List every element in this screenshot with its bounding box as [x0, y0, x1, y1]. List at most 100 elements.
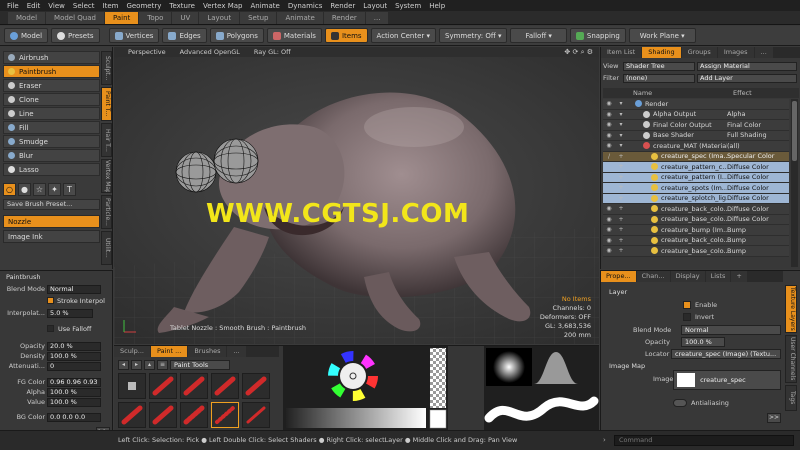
- snapping-button[interactable]: Snapping: [569, 28, 626, 43]
- add-layer-button[interactable]: Add Layer: [697, 73, 797, 83]
- side-tab-vertex-map[interactable]: Vertex Map...: [101, 159, 112, 193]
- expand-toggle-icon[interactable]: +: [615, 174, 627, 181]
- shader-tree-row[interactable]: ◉ + creature_base_colo... Bump: [603, 246, 789, 257]
- nozzle-button[interactable]: Nozzle: [3, 215, 100, 228]
- up-folder-icon[interactable]: ▴: [144, 359, 155, 370]
- brush-preset-thumb[interactable]: [118, 373, 146, 399]
- vertices-button[interactable]: Vertices: [108, 28, 160, 43]
- shader-tree-row[interactable]: ◉ + creature_bump (Im... Bump: [603, 225, 789, 236]
- visibility-eye-icon[interactable]: ◉: [603, 142, 615, 149]
- expand-toggle-icon[interactable]: +: [615, 205, 627, 212]
- model-button[interactable]: Model: [4, 28, 49, 43]
- use-falloff-checkbox[interactable]: [47, 325, 54, 332]
- menu-system[interactable]: System: [391, 2, 425, 10]
- expand-toggle-icon[interactable]: +: [615, 153, 627, 160]
- side-tab-utilit[interactable]: Utilit...: [101, 231, 112, 265]
- stroke-interp-checkbox[interactable]: [47, 297, 54, 304]
- interpolation-field[interactable]: 5.0 %: [47, 309, 93, 318]
- menu-select[interactable]: Select: [69, 2, 99, 10]
- layout-tab-animate[interactable]: Animate: [277, 12, 323, 24]
- brush-preset-thumb-selected[interactable]: [211, 402, 239, 428]
- layout-tab-setup[interactable]: Setup: [240, 12, 277, 24]
- bottom-tab-sculp[interactable]: Sculp...: [114, 346, 150, 357]
- paint-tools-select[interactable]: Paint Tools: [170, 359, 230, 370]
- properties-tab-prope[interactable]: Prope...: [601, 271, 636, 282]
- props-side-tab-tags[interactable]: Tags: [785, 385, 797, 411]
- shader-tree-scrollbar[interactable]: [791, 99, 798, 267]
- back-icon[interactable]: ◂: [118, 359, 129, 370]
- menu-edit[interactable]: Edit: [23, 2, 45, 10]
- right-tab-shading[interactable]: Shading: [642, 47, 681, 58]
- shader-tree-row[interactable]: ◉ + creature_back_colo... Diffuse Color: [603, 204, 789, 215]
- forward-icon[interactable]: ▸: [131, 359, 142, 370]
- brush-preset-thumb[interactable]: [180, 402, 208, 428]
- command-input[interactable]: Command: [614, 435, 794, 446]
- shader-tree-row[interactable]: + creature_pattern (I... Diffuse Color: [603, 172, 789, 183]
- viewport-nav-icons[interactable]: ✥ ⟳ ⌕ ⚙: [564, 48, 593, 57]
- tool-lasso[interactable]: Lasso: [3, 163, 100, 176]
- view-select[interactable]: Shader Tree: [623, 61, 695, 71]
- items-button[interactable]: Items: [324, 28, 368, 43]
- menu-help[interactable]: Help: [425, 2, 449, 10]
- brush-preset-thumb[interactable]: [149, 402, 177, 428]
- visibility-eye-icon[interactable]: ◉: [603, 237, 615, 244]
- menu-texture[interactable]: Texture: [165, 2, 199, 10]
- brush-preset-thumb[interactable]: [211, 373, 239, 399]
- shader-tree-row[interactable]: ◉ ▾ Final Color Output Final Color: [603, 120, 789, 131]
- visibility-eye-icon[interactable]: /: [603, 153, 615, 160]
- star-brush-icon[interactable]: ☆: [33, 183, 46, 196]
- layer-opacity-field[interactable]: 100.0 %: [681, 337, 725, 347]
- alpha-field[interactable]: 100.0 %: [47, 388, 101, 397]
- 3d-viewport[interactable]: Perspective Advanced OpenGL Ray GL: Off …: [114, 47, 599, 344]
- expand-toggle-icon[interactable]: +: [615, 216, 627, 223]
- menu-animate[interactable]: Animate: [246, 2, 283, 10]
- blend-mode-select[interactable]: Normal: [47, 285, 101, 294]
- properties-tab-chan[interactable]: Chan...: [636, 271, 670, 282]
- visibility-eye-icon[interactable]: ◉: [603, 100, 615, 107]
- hard-brush-icon[interactable]: ●: [18, 183, 31, 196]
- shader-tree-row[interactable]: / + creature_spec (Ima... Specular Color: [603, 151, 789, 162]
- layout-tab-render[interactable]: Render: [323, 12, 365, 24]
- opacity-field[interactable]: 20.0 %: [47, 342, 101, 351]
- menu-vertex-map[interactable]: Vertex Map: [199, 2, 247, 10]
- work-plane-dropdown[interactable]: Work Plane ▾: [628, 28, 696, 43]
- brush-preset-thumb[interactable]: [242, 373, 270, 399]
- splat-brush-icon[interactable]: ✦: [48, 183, 61, 196]
- brush-preset-thumb[interactable]: [118, 402, 146, 428]
- side-tab-particle[interactable]: Particle...: [101, 195, 112, 229]
- tool-blur[interactable]: Blur: [3, 149, 100, 162]
- brush-preset-thumb[interactable]: [180, 373, 208, 399]
- properties-tab-display[interactable]: Display: [670, 271, 705, 282]
- shader-tree-row[interactable]: ◉ ▾ Base Shader Full Shading: [603, 130, 789, 141]
- shader-tree-row[interactable]: + creature_splotch_lig... Diffuse Color: [603, 193, 789, 204]
- visibility-eye-icon[interactable]: ◉: [603, 121, 615, 128]
- expand-toggle-icon[interactable]: ▾: [615, 132, 627, 139]
- list-view-icon[interactable]: ≡: [157, 359, 168, 370]
- symmetry-dropdown[interactable]: Symmetry: Off ▾: [439, 28, 508, 43]
- antialiasing-toggle[interactable]: [673, 399, 687, 407]
- save-brush-preset-button[interactable]: Save Brush Preset...: [3, 199, 100, 210]
- shader-tree-row[interactable]: ◉ ▾ Render: [603, 99, 789, 110]
- tool-line[interactable]: Line: [3, 107, 100, 120]
- visibility-eye-icon[interactable]: ◉: [603, 226, 615, 233]
- expand-toggle-icon[interactable]: ▾: [615, 142, 627, 149]
- image-select[interactable]: creature_spec: [673, 370, 781, 390]
- image-ink-button[interactable]: Image Ink: [3, 230, 100, 243]
- props-side-tab-user-channels[interactable]: User Channels: [785, 335, 797, 383]
- shader-tree-row[interactable]: + creature_pattern_c... Diffuse Color: [603, 162, 789, 173]
- visibility-eye-icon[interactable]: ◉: [603, 205, 615, 212]
- shader-tree-row[interactable]: ◉ ▾ Alpha Output Alpha: [603, 109, 789, 120]
- props-side-tab-texture-layers[interactable]: Texture Layers: [785, 285, 797, 333]
- edges-button[interactable]: Edges: [162, 28, 207, 43]
- right-tab-item[interactable]: ...: [754, 47, 773, 58]
- invert-checkbox[interactable]: [683, 313, 691, 321]
- materials-button[interactable]: Materials: [266, 28, 322, 43]
- expand-props-button[interactable]: >>: [767, 413, 781, 423]
- tool-eraser[interactable]: Eraser: [3, 79, 100, 92]
- name-column-header[interactable]: Name: [633, 88, 733, 98]
- tool-smudge[interactable]: Smudge: [3, 135, 100, 148]
- menu-render[interactable]: Render: [326, 2, 359, 10]
- falloff-dropdown[interactable]: Falloff ▾: [510, 28, 567, 43]
- menu-view[interactable]: View: [44, 2, 69, 10]
- brush-preset-thumb[interactable]: [149, 373, 177, 399]
